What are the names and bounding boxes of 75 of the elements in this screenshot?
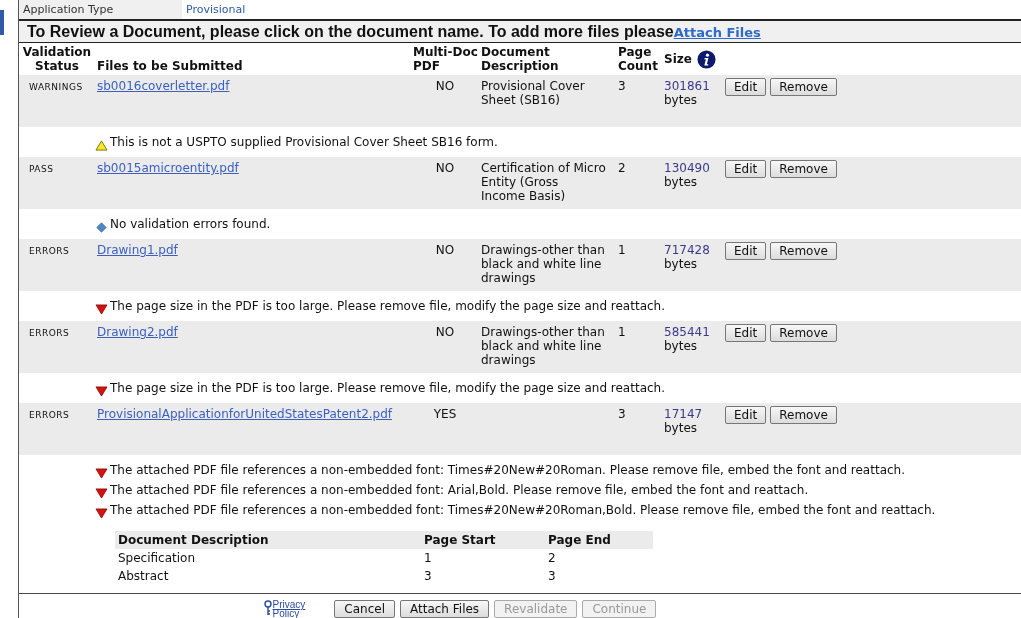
field-value: Provisional <box>185 2 246 18</box>
file-link[interactable]: Drawing1.pdf <box>97 243 178 257</box>
multi-doc-value: NO <box>435 325 455 339</box>
footer-button[interactable]: Attach Files <box>400 600 490 618</box>
table-cell: Specification <box>118 551 196 565</box>
info-icon[interactable] <box>696 49 716 69</box>
remove-button[interactable]: Remove <box>770 324 837 342</box>
remove-button[interactable]: Remove <box>770 406 837 424</box>
page-count: 3 <box>618 79 626 93</box>
file-size: 585441 bytes <box>664 325 710 353</box>
table-cell: Abstract <box>118 569 169 583</box>
validation-status: ERRORS <box>29 246 70 256</box>
document-description: Certification of Micro Entity (Gross Income Basis) <box>481 161 606 203</box>
validation-message: The attached PDF file references a non-embedded font: Times#20New#20Roman. Please remove file, embed the font and reattach. <box>110 462 905 479</box>
edit-button[interactable]: Edit <box>725 406 767 424</box>
validation-message: No validation errors found. <box>110 216 271 233</box>
validation-message: The page size in the PDF is too large. Please remove file, modify the page size and reattach. <box>110 380 665 397</box>
edit-button[interactable]: Edit <box>725 324 767 342</box>
remove-button[interactable]: Remove <box>770 160 837 178</box>
validation-status: ERRORS <box>29 328 70 338</box>
document-description: Provisional Cover Sheet (SB16) <box>481 79 585 107</box>
column-header: Page End <box>548 533 611 547</box>
column-header: Page Start <box>424 533 496 547</box>
document-description: Drawings-other than black and white line drawings <box>481 243 605 285</box>
column-header: Page Count <box>618 45 658 73</box>
page-count: 2 <box>618 161 626 175</box>
footer-button[interactable]: Cancel <box>334 600 395 618</box>
remove-button[interactable]: Remove <box>770 242 837 260</box>
validation-message: The page size in the PDF is too large. Please remove file, modify the page size and reattach. <box>110 298 665 315</box>
column-header: Document Description <box>118 533 269 547</box>
file-link[interactable]: sb0016coverletter.pdf <box>97 79 230 93</box>
table-cell: 3 <box>548 569 556 583</box>
key-icon <box>263 600 272 616</box>
column-header: Size <box>664 52 692 66</box>
document-description: Drawings-other than black and white line drawings <box>481 325 605 367</box>
column-header: Validation Status <box>22 45 92 73</box>
edit-button[interactable]: Edit <box>725 78 767 96</box>
remove-button[interactable]: Remove <box>770 78 837 96</box>
column-header: Files to be Submitted <box>97 59 243 73</box>
file-size: 717428 bytes <box>664 243 710 271</box>
column-header: Multi-Doc PDF <box>413 45 478 73</box>
page-count: 3 <box>618 407 626 421</box>
validation-message: The attached PDF file references a non-embedded font: Arial,Bold. Please remove file, embed the font and reattach. <box>110 482 809 499</box>
edit-button[interactable]: Edit <box>725 160 767 178</box>
table-cell: 3 <box>424 569 432 583</box>
page-count: 1 <box>618 243 626 257</box>
warning-icon <box>95 140 108 151</box>
file-size: 17147 bytes <box>664 407 703 435</box>
error-icon <box>95 468 108 479</box>
page-count: 1 <box>618 325 626 339</box>
multi-doc-value: NO <box>435 161 455 175</box>
field-label: Application Type <box>19 0 182 19</box>
file-size: 130490 bytes <box>664 161 710 189</box>
validation-message: This is not a USPTO supplied Provisional Cover Sheet SB16 form. <box>110 134 498 151</box>
edit-button[interactable]: Edit <box>725 242 767 260</box>
validation-message: The attached PDF file references a non-embedded font: Times#20New#20Roman,Bold. Please remove file, embed the font and reattach. <box>110 502 936 519</box>
table-cell: 1 <box>424 551 432 565</box>
error-icon <box>95 508 108 519</box>
column-header: Document Description <box>481 45 559 73</box>
validation-status: ERRORS <box>29 410 70 420</box>
file-size: 301861 bytes <box>664 79 710 107</box>
error-icon <box>95 488 108 499</box>
file-link[interactable]: sb0015amicroentity.pdf <box>97 161 239 175</box>
error-icon <box>95 304 108 315</box>
validation-status: WARNINGS <box>29 82 83 92</box>
attach-files-link[interactable]: Attach Files <box>673 25 761 40</box>
diamond-icon <box>95 222 108 233</box>
multi-doc-value: NO <box>435 79 455 93</box>
multi-doc-value: YES <box>433 407 457 421</box>
multi-doc-value: NO <box>435 243 455 257</box>
validation-status: PASS <box>29 164 54 174</box>
instruction-text: To Review a Document, please click on the document name. To add more files please <box>27 23 674 40</box>
error-icon <box>95 386 108 397</box>
file-link[interactable]: Drawing2.pdf <box>97 325 178 339</box>
table-cell: 2 <box>548 551 556 565</box>
